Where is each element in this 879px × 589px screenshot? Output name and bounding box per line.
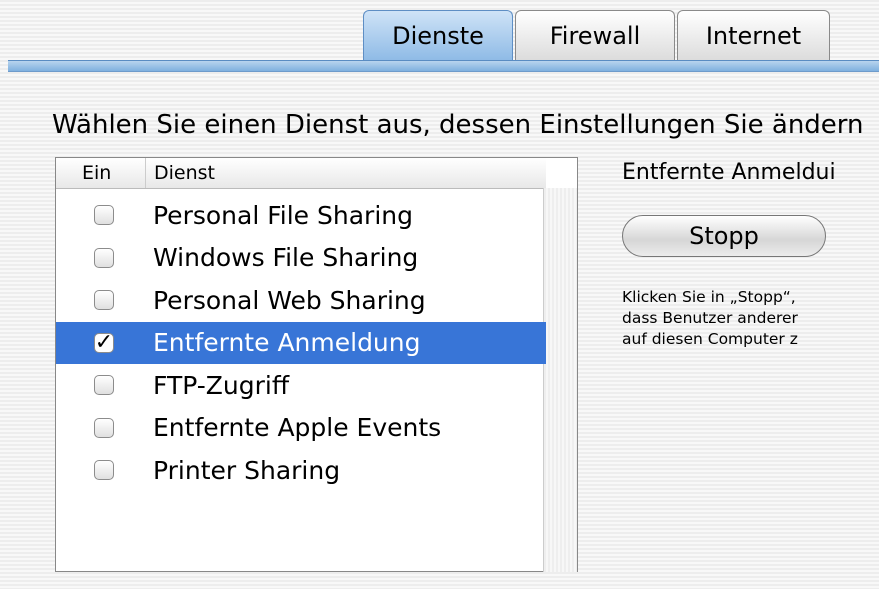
tab-bar: Dienste Firewall Internet [363, 10, 832, 62]
service-description: Klicken Sie in „Stopp“, dass Benutzer an… [622, 287, 798, 350]
list-item-label: Personal Web Sharing [153, 285, 426, 315]
checkbox[interactable] [94, 417, 114, 438]
list-item-label: Entfernte Anmeldung [153, 328, 421, 358]
column-header-ein[interactable]: Ein [56, 158, 146, 188]
list-item-label: Printer Sharing [153, 455, 341, 485]
list-item-label: FTP-Zugriff [153, 370, 290, 400]
list-rows: Personal File Sharing Windows File Sharin… [56, 194, 546, 492]
checkbox[interactable] [94, 375, 114, 396]
description-line: dass Benutzer anderer [622, 309, 798, 327]
instruction-text: Wählen Sie einen Dienst aus, dessen Eins… [52, 110, 864, 140]
list-item[interactable]: Windows File Sharing [56, 237, 546, 280]
tab-firewall[interactable]: Firewall [515, 10, 675, 60]
list-item[interactable]: Entfernte Apple Events [56, 407, 546, 450]
tab-dienste[interactable]: Dienste [363, 10, 513, 60]
list-item[interactable]: Personal File Sharing [56, 194, 546, 237]
checkbox[interactable] [94, 460, 114, 481]
list-item-label: Windows File Sharing [153, 243, 419, 273]
services-list[interactable]: Ein Dienst Personal File Sharing Windows … [55, 157, 578, 572]
column-header-dienst[interactable]: Dienst [146, 162, 215, 184]
list-item[interactable]: FTP-Zugriff [56, 364, 546, 407]
list-item[interactable]: Personal Web Sharing [56, 279, 546, 322]
list-item[interactable]: Printer Sharing [56, 449, 546, 492]
service-title: Entfernte Anmeldui [622, 160, 836, 185]
list-item-label: Personal File Sharing [153, 200, 413, 230]
checkbox[interactable] [94, 205, 114, 226]
description-line: Klicken Sie in „Stopp“, [622, 288, 796, 306]
stopp-button[interactable]: Stopp [622, 215, 826, 257]
list-header: Ein Dienst [56, 158, 546, 189]
list-item-label: Entfernte Apple Events [153, 413, 442, 443]
checkbox[interactable] [94, 290, 114, 311]
tab-internet[interactable]: Internet [677, 10, 830, 60]
scrollbar[interactable] [543, 188, 577, 572]
checkbox[interactable] [94, 247, 114, 268]
checkbox[interactable]: ✓ [94, 331, 114, 353]
list-item[interactable]: ✓ Entfernte Anmeldung [56, 321, 546, 364]
description-line: auf diesen Computer z [622, 330, 798, 348]
